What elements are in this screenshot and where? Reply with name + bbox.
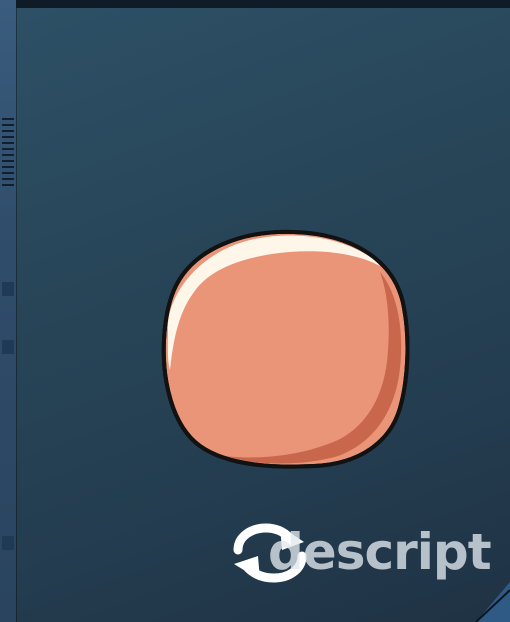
edge-stripe bbox=[2, 130, 14, 132]
edge-block bbox=[2, 282, 14, 296]
top-window-edge bbox=[16, 0, 510, 8]
edge-stripe bbox=[2, 184, 14, 186]
edge-stripe bbox=[2, 172, 14, 174]
edge-stripe bbox=[2, 154, 14, 156]
edge-stripe bbox=[2, 124, 14, 126]
edge-stripe bbox=[2, 160, 14, 162]
edge-stripe bbox=[2, 148, 14, 150]
edge-stripe bbox=[2, 118, 14, 120]
peach-blob-icon bbox=[161, 229, 410, 469]
edge-stripe bbox=[2, 178, 14, 180]
edge-stripe bbox=[2, 142, 14, 144]
descript-watermark: descript bbox=[216, 520, 492, 584]
descript-wordmark: descript bbox=[268, 523, 492, 581]
edge-block bbox=[2, 340, 14, 354]
left-window-edge bbox=[0, 0, 16, 622]
edge-stripe bbox=[2, 136, 14, 138]
edge-stripe bbox=[2, 166, 14, 168]
edge-block bbox=[2, 536, 14, 550]
corner-fold bbox=[475, 582, 510, 622]
